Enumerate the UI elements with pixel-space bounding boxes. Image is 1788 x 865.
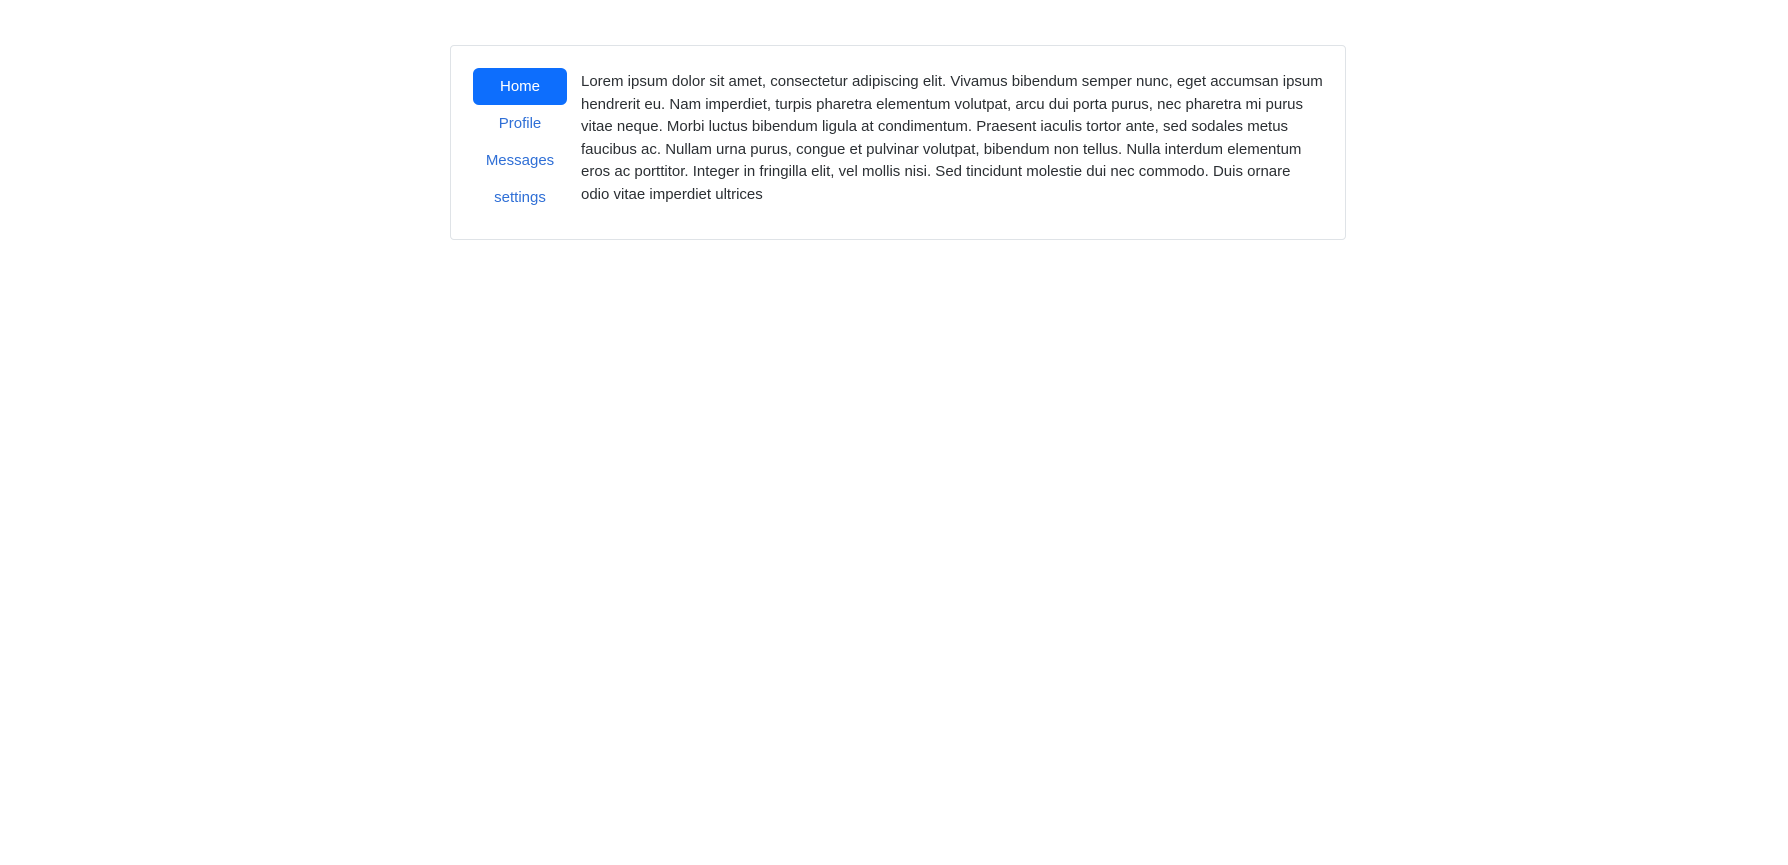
tab-profile[interactable]: Profile <box>473 105 567 142</box>
tab-settings[interactable]: settings <box>473 179 567 216</box>
vertical-pill-nav: Home Profile Messages settings <box>473 68 567 216</box>
tab-messages[interactable]: Messages <box>473 142 567 179</box>
tabs-card: Home Profile Messages settings Lorem ips… <box>450 45 1346 240</box>
tab-content-text: Lorem ipsum dolor sit amet, consectetur … <box>581 73 1323 203</box>
tab-home[interactable]: Home <box>473 68 567 105</box>
